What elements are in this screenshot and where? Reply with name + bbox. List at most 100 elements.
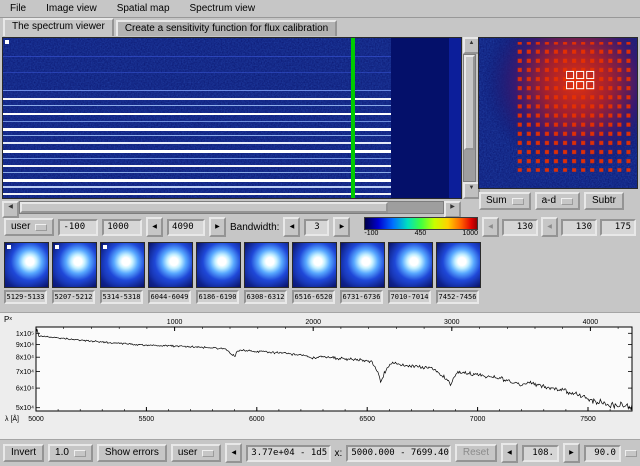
colorbar-mid-label: 450 (414, 229, 427, 237)
thumbnail: 7452-7456 (436, 242, 481, 304)
tab-sensitivity-function[interactable]: Create a sensitivity function for flux c… (115, 20, 338, 36)
combine-mode-label: a-d (541, 195, 557, 206)
option-indicator (202, 449, 215, 457)
sum-option-menu[interactable]: Sum (479, 192, 531, 210)
aperture-dot-grid (517, 42, 634, 172)
main-area: ▲ ▼ ◀ ▶ Sum a-d Subtr (0, 36, 640, 218)
thumbnail-image[interactable] (4, 242, 49, 288)
bandwidth-decrement-button[interactable]: ◀ (283, 217, 301, 237)
bandwidth-label: Bandwidth: (229, 221, 280, 233)
menu-image-view[interactable]: Image view (44, 3, 99, 14)
thumbnail: 6516-6520 (292, 242, 337, 304)
spectrum-2d-image[interactable] (2, 37, 462, 199)
thumbnail-image[interactable] (100, 242, 145, 288)
thumbnail: 6731-6736 (340, 242, 385, 304)
menu-file[interactable]: File (8, 3, 28, 14)
zoom-factor-label: 1.0 (55, 447, 69, 458)
invert-button[interactable]: Invert (3, 444, 45, 462)
spectrum-plot-panel[interactable]: 1x10⁵ 9x10⁴ 8x10⁴ 7x10⁴ 6x10⁴ 5x10⁴ 5000 5500 60… (0, 312, 640, 440)
svg-text:9x10⁴: 9x10⁴ (16, 342, 34, 349)
menu-bar: File Image view Spatial map Spectrum vie… (0, 0, 640, 18)
sum-label: Sum (486, 195, 507, 206)
zoom-controls-row: Sum a-d Subtr (478, 192, 638, 210)
frame-increment-button[interactable]: ▶ (208, 217, 226, 237)
option-indicator (35, 223, 48, 231)
thumbnail-label: 5129-5133 (4, 290, 47, 304)
thumbnail-image[interactable] (388, 242, 433, 288)
thumbnail-label: 6044-6049 (148, 290, 191, 304)
thumbnail: 5129-5133 (4, 242, 49, 304)
combine-mode-option-menu[interactable]: a-d (534, 192, 581, 210)
menu-spectrum-view[interactable]: Spectrum view (188, 3, 258, 14)
svg-text:1x10⁵: 1x10⁵ (16, 331, 34, 338)
pos-x-field[interactable]: 130 (502, 218, 538, 236)
plot-toolbar: Invert 1.0 Show errors user ◀ 3.77e+04 -… (0, 440, 640, 466)
image-vertical-scrollbar[interactable]: ▲ ▼ (463, 37, 480, 199)
image-column: ▲ ▼ ◀ ▶ (2, 37, 480, 218)
x-range-field[interactable]: 5000.000 - 7699.400 (346, 444, 451, 462)
display-toolbar: user -100 1000 ◀ 4090 ▶ Bandwidth: ◀ 3 ▶… (0, 215, 640, 239)
vertical-scroll-thumb[interactable] (464, 55, 475, 150)
subtract-button[interactable]: Subtr (584, 192, 624, 210)
frame-decrement-button[interactable]: ◀ (146, 217, 164, 237)
spectrum-plot-canvas: 1x10⁵ 9x10⁴ 8x10⁴ 7x10⁴ 6x10⁴ 5x10⁴ 5000 5500 60… (4, 315, 633, 423)
scroll-left-arrow[interactable]: ◀ (2, 201, 19, 218)
thumbnail-label: 6186-6190 (196, 290, 239, 304)
thumbnail-label: 6731-6736 (340, 290, 383, 304)
svg-text:5x10⁴: 5x10⁴ (16, 405, 34, 412)
svg-text:8x10⁴: 8x10⁴ (16, 355, 34, 362)
bandwidth-increment-button[interactable]: ▶ (333, 217, 351, 237)
pos-y-field[interactable]: 130 (561, 218, 597, 236)
image-horizontal-scrollbar[interactable]: ◀ ▶ (2, 201, 461, 218)
option-indicator (561, 197, 574, 205)
svg-text:3000: 3000 (444, 319, 460, 326)
tab-spectrum-viewer[interactable]: The spectrum viewer (3, 18, 114, 36)
cursor-position-group: ◀ 130 ◀ 130 175 (482, 217, 636, 237)
svg-text:5500: 5500 (139, 416, 155, 423)
vertical-scroll-track[interactable] (463, 54, 476, 182)
scale-mode-option-menu[interactable]: user (4, 218, 55, 236)
step-field[interactable]: 108. (521, 444, 559, 462)
thumbnail: 5207-5212 (52, 242, 97, 304)
option-indicator (511, 197, 524, 205)
y-range-field[interactable]: 3.77e+04 - 1d5 (246, 444, 331, 462)
svg-text:1000: 1000 (167, 319, 183, 326)
spatial-zoom-image[interactable] (478, 37, 638, 189)
cut-max-field[interactable]: 1000 (102, 218, 143, 236)
thumbnail-image[interactable] (340, 242, 385, 288)
horizontal-scroll-thumb[interactable] (20, 202, 388, 213)
plot-mode-option-menu[interactable]: user (170, 444, 222, 462)
cut-min-field[interactable]: -100 (58, 218, 99, 236)
thumbnail-image[interactable] (436, 242, 481, 288)
pos-z-field[interactable]: 175 (600, 218, 636, 236)
horizontal-scroll-track[interactable] (19, 201, 444, 214)
frame-field[interactable]: 4090 (167, 218, 205, 236)
thumbnail-image[interactable] (148, 242, 193, 288)
show-errors-button[interactable]: Show errors (96, 444, 167, 462)
thumbnail: 6308-6312 (244, 242, 289, 304)
thumbnail-label: 7452-7456 (436, 290, 479, 304)
thumbnail-image[interactable] (196, 242, 241, 288)
svg-text:7500: 7500 (580, 416, 596, 423)
step-increment-button[interactable]: ▶ (562, 443, 580, 463)
thumbnail-image[interactable] (292, 242, 337, 288)
y-range-spin-button[interactable]: ◀ (225, 443, 243, 463)
slice-thumbnails-row: 5129-5133 5207-5212 5314-5318 6044-6049 … (0, 239, 640, 312)
thumbnail: 5314-5318 (100, 242, 145, 304)
zoom-factor-option-menu[interactable]: 1.0 (48, 444, 93, 462)
menu-spatial-map[interactable]: Spatial map (115, 3, 172, 14)
scroll-right-arrow[interactable]: ▶ (444, 201, 461, 218)
image-selection-marker (5, 40, 9, 44)
thumbnail-label: 5314-5318 (100, 290, 143, 304)
reset-button[interactable]: Reset (454, 444, 497, 462)
angle-field[interactable]: 90.0 (583, 444, 621, 462)
svg-text:λ [Å]: λ [Å] (5, 414, 19, 423)
thumbnail-image[interactable] (52, 242, 97, 288)
scale-mode-label: user (11, 221, 31, 232)
bandwidth-field[interactable]: 3 (304, 218, 330, 236)
step-decrement-button[interactable]: ◀ (500, 443, 518, 463)
svg-text:7000: 7000 (470, 416, 486, 423)
svg-text:6000: 6000 (249, 416, 265, 423)
thumbnail: 6186-6190 (196, 242, 241, 304)
thumbnail-image[interactable] (244, 242, 289, 288)
